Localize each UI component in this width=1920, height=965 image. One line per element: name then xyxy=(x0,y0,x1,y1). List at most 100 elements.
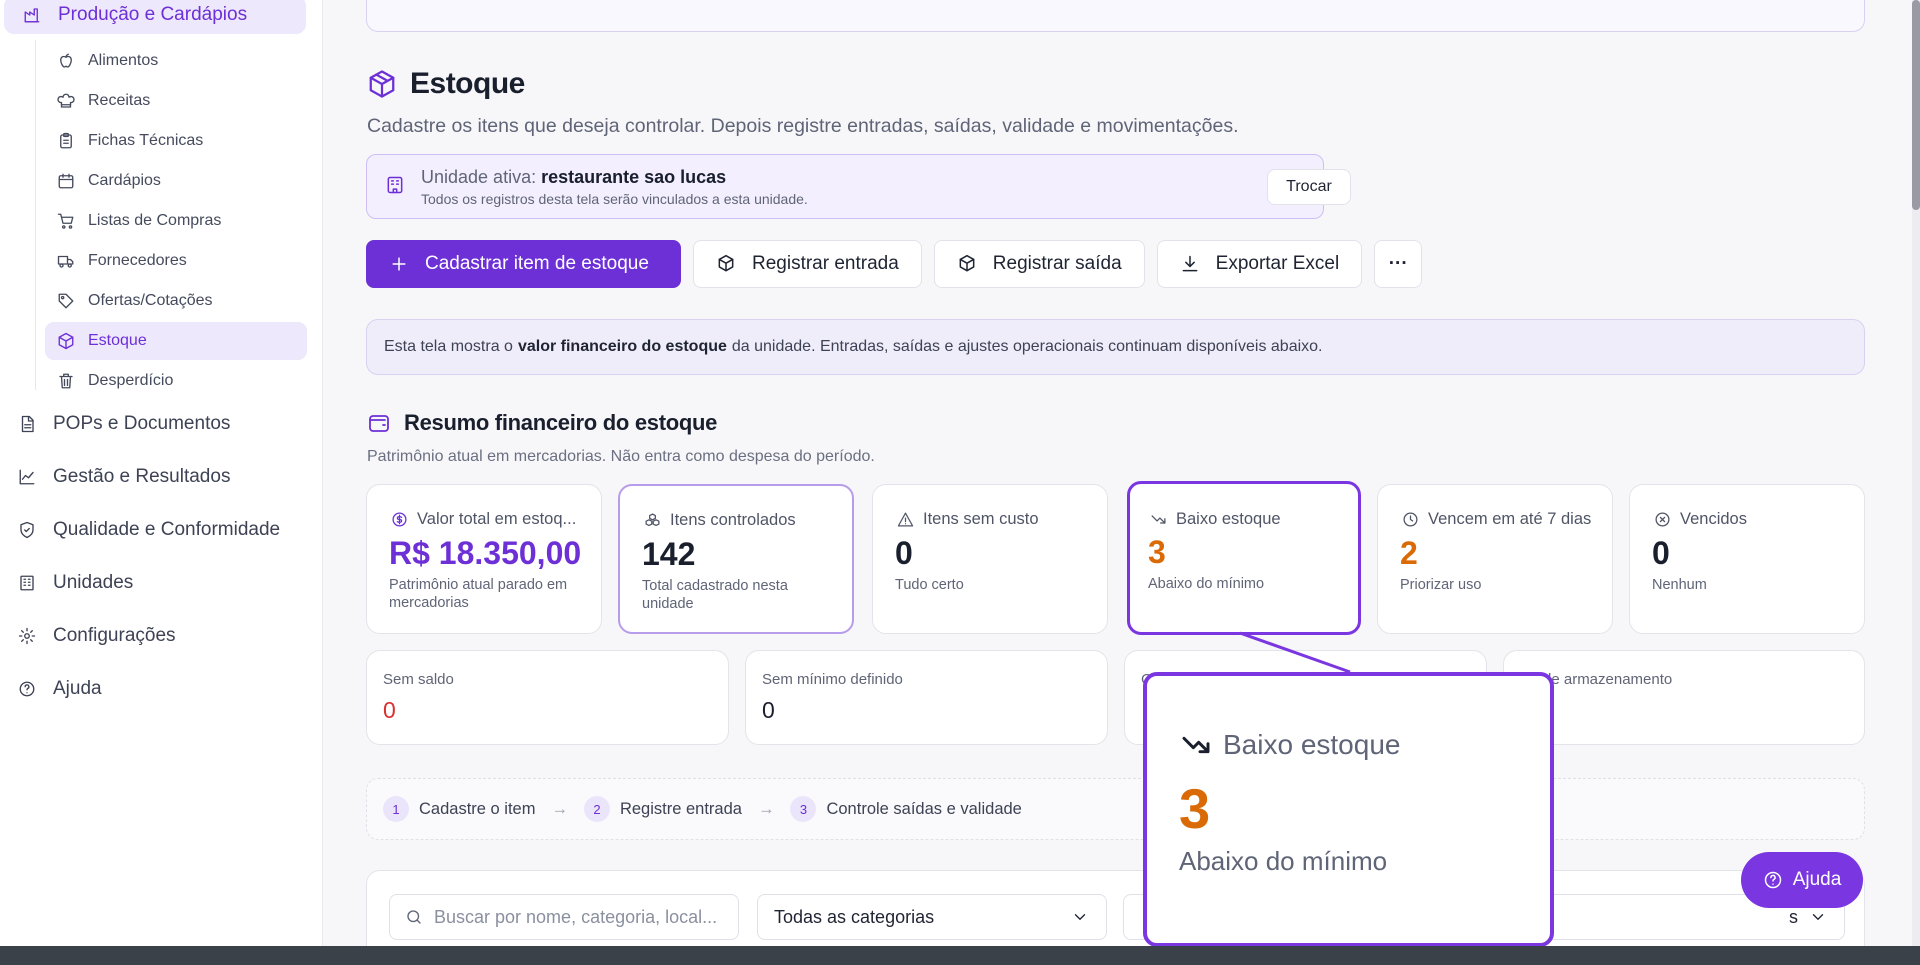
register-entry-button[interactable]: Registrar entrada xyxy=(693,240,922,288)
sidebar-item-desperdicio[interactable]: Desperdício xyxy=(45,362,307,400)
document-icon xyxy=(17,414,37,434)
card-label-text: Itens controlados xyxy=(670,510,796,529)
sidebar-item-fichas-tecnicas[interactable]: Fichas Técnicas xyxy=(45,122,307,160)
category-select-value: Todas as categorias xyxy=(774,906,935,927)
os-dock xyxy=(0,946,1920,965)
help-circle-icon xyxy=(1763,870,1783,890)
help-floating-button[interactable]: Ajuda xyxy=(1741,852,1863,908)
card-value: 2 xyxy=(1400,535,1418,571)
active-unit-box: Unidade ativa: restaurante sao lucas Tod… xyxy=(366,154,1351,219)
calendar-icon xyxy=(56,171,76,191)
switch-unit-button[interactable]: Trocar xyxy=(1267,169,1351,205)
zoom-value: 3 xyxy=(1179,777,1211,840)
sidebar-item-cardapios[interactable]: Cardápios xyxy=(45,162,307,200)
arrow-right-icon: → xyxy=(757,799,775,818)
more-dots-icon: ··· xyxy=(1388,253,1408,274)
card-subtext: Patrimônio atual parado em mercadorias xyxy=(389,577,568,611)
search-input[interactable] xyxy=(434,906,724,928)
wallet-icon xyxy=(366,410,392,436)
sidebar-item-label: Alimentos xyxy=(88,52,159,69)
register-exit-button[interactable]: Registrar saída xyxy=(933,240,1145,288)
sidebar-section-producao[interactable]: Produção e Cardápios xyxy=(4,0,306,34)
help-circle-icon xyxy=(17,679,37,699)
sidebar-item-gestao[interactable]: Gestão e Resultados xyxy=(0,455,323,499)
action-toolbar: Cadastrar item de estoque Registrar entr… xyxy=(366,240,1423,288)
card-label-text: Sem saldo xyxy=(383,671,454,688)
warning-icon xyxy=(895,509,915,529)
card-controlled-items[interactable]: Itens controlados 142 Total cadastrado n… xyxy=(618,484,854,634)
card-value: 0 xyxy=(383,697,396,723)
building-icon xyxy=(17,573,37,593)
sidebar-item-label: Receitas xyxy=(88,92,151,109)
category-select[interactable]: Todas as categorias xyxy=(757,894,1107,940)
x-circle-icon xyxy=(1652,509,1672,529)
sidebar-item-ajuda[interactable]: Ajuda xyxy=(0,667,323,711)
package-out-icon xyxy=(957,254,977,274)
card-low-stock[interactable]: Baixo estoque 3 Abaixo do mínimo xyxy=(1127,481,1361,635)
card-label: Baixo estoque xyxy=(1148,509,1281,529)
sidebar-item-label: Listas de Compras xyxy=(88,212,222,229)
clock-icon xyxy=(1400,509,1420,529)
active-unit-line: Unidade ativa: restaurante sao lucas xyxy=(421,167,726,188)
card-label-text: Baixo estoque xyxy=(1176,509,1281,528)
sidebar-item-pops[interactable]: POPs e Documentos xyxy=(0,402,323,446)
chef-hat-icon xyxy=(56,91,76,111)
sidebar-item-alimentos[interactable]: Alimentos xyxy=(45,42,307,80)
card-total-value[interactable]: Valor total em estoq... R$ 18.350,00 Pat… xyxy=(366,484,602,634)
sidebar-item-qualidade[interactable]: Qualidade e Conformidade xyxy=(0,508,323,552)
chevron-down-icon xyxy=(1808,907,1828,927)
card-no-balance[interactable]: Sem saldo 0 xyxy=(366,650,729,745)
sidebar-item-receitas[interactable]: Receitas xyxy=(45,82,307,120)
card-label: Itens sem custo xyxy=(895,509,1039,529)
plus-icon xyxy=(389,254,409,274)
sidebar-item-configuracoes[interactable]: Configurações xyxy=(0,614,323,658)
info-text-bold: valor financeiro do estoque xyxy=(517,338,727,355)
add-stock-item-button[interactable]: Cadastrar item de estoque xyxy=(366,240,681,288)
sidebar-item-label: Fornecedores xyxy=(88,252,187,269)
card-value: 142 xyxy=(642,536,696,572)
boxes-icon xyxy=(642,510,662,530)
sidebar-item-label: Unidades xyxy=(53,572,134,593)
search-box xyxy=(389,894,739,940)
card-label-text: Itens sem custo xyxy=(923,509,1039,528)
chart-line-icon xyxy=(17,467,37,487)
sidebar-item-listas-compras[interactable]: Listas de Compras xyxy=(45,202,307,240)
download-icon xyxy=(1180,254,1200,274)
building-icon xyxy=(385,175,405,195)
sidebar-item-estoque[interactable]: Estoque xyxy=(45,322,307,360)
card-subtext: Abaixo do mínimo xyxy=(1148,576,1265,592)
card-value: 0 xyxy=(762,697,775,723)
sidebar-item-unidades[interactable]: Unidades xyxy=(0,561,323,605)
search-icon xyxy=(404,907,424,927)
sidebar-item-fornecedores[interactable]: Fornecedores xyxy=(45,242,307,280)
step-number: 2 xyxy=(583,796,610,822)
card-expiring-7-days[interactable]: Vencem em até 7 dias 2 Priorizar uso xyxy=(1377,484,1613,634)
card-value: 3 xyxy=(1148,534,1166,570)
page-title-text: Estoque xyxy=(410,67,525,100)
package-icon xyxy=(56,331,76,351)
chevron-down-icon xyxy=(1070,907,1090,927)
step-number: 3 xyxy=(790,796,817,822)
info-text-after: da unidade. Entradas, saídas e ajustes o… xyxy=(731,338,1323,355)
gear-icon xyxy=(17,626,37,646)
card-subtext: Tudo certo xyxy=(895,577,964,593)
scrollbar-thumb[interactable] xyxy=(1912,0,1920,210)
trending-down-icon xyxy=(1179,728,1213,762)
sidebar-item-ofertas[interactable]: Ofertas/Cotações xyxy=(45,282,307,320)
export-excel-button[interactable]: Exportar Excel xyxy=(1156,240,1363,288)
card-expired[interactable]: Vencidos 0 Nenhum xyxy=(1629,484,1865,634)
help-button-label: Ajuda xyxy=(1792,869,1842,890)
page-title: Estoque xyxy=(366,67,525,101)
active-unit-note: Todos os registros desta tela serão vinc… xyxy=(421,191,808,207)
step-label: Registre entrada xyxy=(619,799,742,818)
section-description: Patrimônio atual em mercadorias. Não ent… xyxy=(367,448,875,465)
card-storage-locations[interactable]: is de armazenamento xyxy=(1503,650,1865,745)
register-entry-label: Registrar entrada xyxy=(752,253,899,274)
card-subtext: Priorizar uso xyxy=(1400,577,1482,593)
more-actions-button[interactable]: ··· xyxy=(1374,240,1423,288)
tertiary-select-value: s xyxy=(1789,906,1798,927)
trash-icon xyxy=(56,371,76,391)
card-items-no-cost[interactable]: Itens sem custo 0 Tudo certo xyxy=(872,484,1108,634)
card-no-minimum[interactable]: Sem mínimo definido 0 xyxy=(745,650,1108,745)
step-number: 1 xyxy=(383,796,409,822)
